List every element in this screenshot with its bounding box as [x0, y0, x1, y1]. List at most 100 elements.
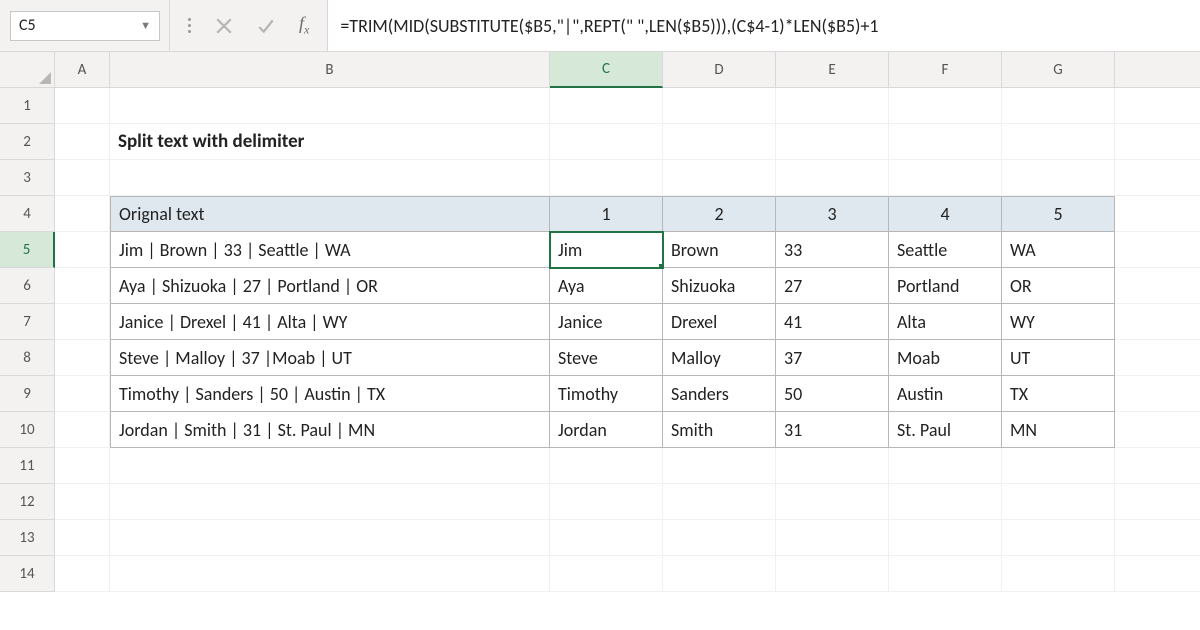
- cell[interactable]: [889, 484, 1002, 520]
- col-header-B[interactable]: B: [110, 52, 550, 88]
- table-row[interactable]: Seattle: [889, 232, 1002, 268]
- formula-bar[interactable]: =TRIM(MID(SUBSTITUTE($B5,"|",REPT(" ",LE…: [328, 0, 1200, 51]
- cell[interactable]: [55, 556, 110, 592]
- cell[interactable]: [1002, 88, 1115, 124]
- table-row[interactable]: Smith: [663, 412, 776, 448]
- table-row[interactable]: Jordan: [550, 412, 663, 448]
- cell[interactable]: [110, 556, 550, 592]
- col-header-H[interactable]: [1115, 52, 1200, 88]
- cell[interactable]: [776, 88, 889, 124]
- cell[interactable]: [550, 124, 663, 160]
- table-header-4[interactable]: 4: [889, 196, 1002, 232]
- cell[interactable]: [776, 556, 889, 592]
- cell[interactable]: [550, 556, 663, 592]
- table-row[interactable]: 31: [776, 412, 889, 448]
- table-row[interactable]: Drexel: [663, 304, 776, 340]
- table-row[interactable]: 27: [776, 268, 889, 304]
- table-row[interactable]: Janice | Drexel | 41 | Alta | WY: [110, 304, 550, 340]
- fx-icon[interactable]: fx: [299, 13, 309, 38]
- table-row[interactable]: WA: [1002, 232, 1115, 268]
- table-row[interactable]: 37: [776, 340, 889, 376]
- active-cell[interactable]: Jim: [550, 232, 663, 268]
- cell[interactable]: [550, 88, 663, 124]
- row-header-9[interactable]: 9: [0, 376, 55, 412]
- cell[interactable]: [776, 484, 889, 520]
- cell[interactable]: [550, 484, 663, 520]
- cell[interactable]: [889, 160, 1002, 196]
- cell[interactable]: [55, 484, 110, 520]
- cell[interactable]: [55, 448, 110, 484]
- cell[interactable]: [889, 448, 1002, 484]
- cell[interactable]: [663, 448, 776, 484]
- table-header-1[interactable]: 1: [550, 196, 663, 232]
- cell[interactable]: [55, 304, 110, 340]
- table-row[interactable]: Timothy: [550, 376, 663, 412]
- cell[interactable]: [110, 88, 550, 124]
- cell[interactable]: [663, 124, 776, 160]
- cell[interactable]: [1002, 448, 1115, 484]
- row-header-12[interactable]: 12: [0, 484, 55, 520]
- cell[interactable]: [1115, 196, 1200, 232]
- col-header-A[interactable]: A: [55, 52, 110, 88]
- table-row[interactable]: Janice: [550, 304, 663, 340]
- cell[interactable]: [776, 448, 889, 484]
- row-header-6[interactable]: 6: [0, 268, 55, 304]
- col-header-C[interactable]: C: [550, 52, 663, 88]
- table-row[interactable]: 50: [776, 376, 889, 412]
- page-title[interactable]: Split text with delimiter: [110, 124, 550, 160]
- table-row[interactable]: Steve: [550, 340, 663, 376]
- table-row[interactable]: OR: [1002, 268, 1115, 304]
- cell[interactable]: [55, 88, 110, 124]
- row-header-11[interactable]: 11: [0, 448, 55, 484]
- cell[interactable]: [1002, 520, 1115, 556]
- cell[interactable]: [55, 376, 110, 412]
- drag-handle-icon[interactable]: [188, 18, 191, 33]
- table-row[interactable]: Steve | Malloy | 37 |Moab | UT: [110, 340, 550, 376]
- row-header-2[interactable]: 2: [0, 124, 55, 160]
- cell[interactable]: [55, 268, 110, 304]
- cell[interactable]: [1115, 556, 1200, 592]
- table-row[interactable]: Jim | Brown | 33 | Seattle | WA: [110, 232, 550, 268]
- cell[interactable]: [663, 556, 776, 592]
- table-row[interactable]: Portland: [889, 268, 1002, 304]
- table-row[interactable]: WY: [1002, 304, 1115, 340]
- table-row[interactable]: 41: [776, 304, 889, 340]
- cell[interactable]: [55, 232, 110, 268]
- cell[interactable]: [1115, 124, 1200, 160]
- table-row[interactable]: Alta: [889, 304, 1002, 340]
- table-row[interactable]: Austin: [889, 376, 1002, 412]
- spreadsheet-grid[interactable]: A B C D E F G 1 2 Split text with delimi…: [0, 52, 1200, 592]
- table-row[interactable]: 33: [776, 232, 889, 268]
- cell[interactable]: [55, 520, 110, 556]
- cell[interactable]: [110, 484, 550, 520]
- cell[interactable]: [110, 520, 550, 556]
- table-row[interactable]: St. Paul: [889, 412, 1002, 448]
- cell[interactable]: [55, 160, 110, 196]
- cell[interactable]: [1115, 88, 1200, 124]
- cell[interactable]: [1115, 376, 1200, 412]
- cell[interactable]: [55, 340, 110, 376]
- row-header-3[interactable]: 3: [0, 160, 55, 196]
- cell[interactable]: [889, 520, 1002, 556]
- table-header-2[interactable]: 2: [663, 196, 776, 232]
- cell[interactable]: [1115, 304, 1200, 340]
- col-header-E[interactable]: E: [776, 52, 889, 88]
- cell[interactable]: [889, 124, 1002, 160]
- cell[interactable]: [1115, 448, 1200, 484]
- cell[interactable]: [663, 88, 776, 124]
- table-row[interactable]: Sanders: [663, 376, 776, 412]
- table-row[interactable]: Jordan | Smith | 31 | St. Paul | MN: [110, 412, 550, 448]
- row-header-10[interactable]: 10: [0, 412, 55, 448]
- table-row[interactable]: TX: [1002, 376, 1115, 412]
- name-box[interactable]: C5 ▼: [10, 11, 160, 41]
- table-header-5[interactable]: 5: [1002, 196, 1115, 232]
- cell[interactable]: [1002, 124, 1115, 160]
- col-header-F[interactable]: F: [889, 52, 1002, 88]
- row-header-5[interactable]: 5: [0, 232, 55, 268]
- table-header-original[interactable]: Orignal text: [110, 196, 550, 232]
- col-header-G[interactable]: G: [1002, 52, 1115, 88]
- cell[interactable]: [110, 448, 550, 484]
- cell[interactable]: [776, 160, 889, 196]
- table-row[interactable]: Aya: [550, 268, 663, 304]
- table-row[interactable]: MN: [1002, 412, 1115, 448]
